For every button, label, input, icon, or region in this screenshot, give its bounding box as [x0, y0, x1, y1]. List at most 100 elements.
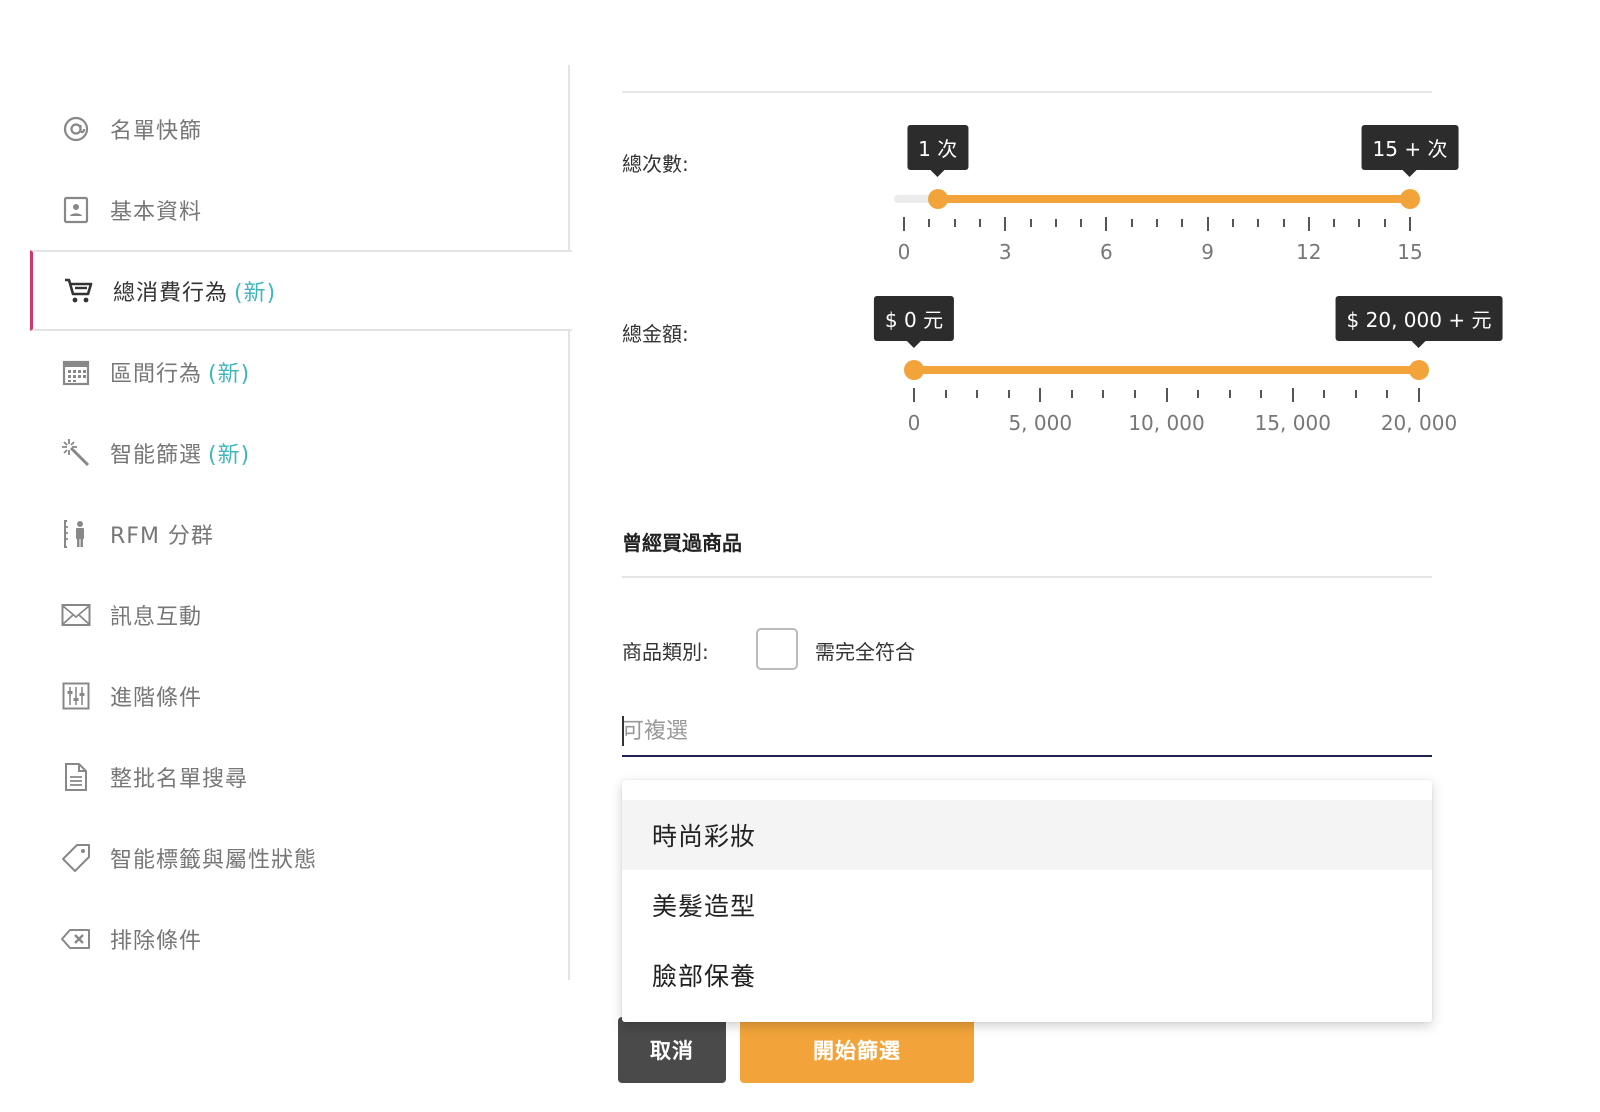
slider-tick [1039, 388, 1042, 402]
sidebar-item-6[interactable]: 訊息互動 [30, 574, 570, 655]
slider-tick [944, 390, 947, 398]
sidebar-item-label: 總消費行為 (新) [113, 275, 276, 307]
dropdown-option[interactable]: 美髮造型 [622, 870, 1432, 940]
sidebar-item-label: 智能標籤與屬性狀態 [110, 842, 317, 874]
cancel-button[interactable]: 取消 [618, 1017, 726, 1083]
sidebar-item-1[interactable]: 基本資料 [30, 169, 570, 250]
low-value-tooltip: 1 次 [907, 125, 969, 177]
document-icon [60, 761, 92, 793]
slider-tick [1156, 219, 1158, 227]
slider-tick-label: 5, 000 [1008, 411, 1073, 435]
sidebar-item-text: 智能標籤與屬性狀態 [110, 847, 318, 873]
amount-label: 總金額: [622, 322, 689, 346]
dropdown-option[interactable]: 臉部保養 [622, 940, 1432, 1010]
slider-high-handle[interactable] [1409, 360, 1429, 380]
slider-tick [1181, 219, 1184, 227]
slider-high-handle[interactable] [1400, 189, 1420, 209]
slider-tick [1130, 219, 1133, 227]
slider-tick [903, 217, 905, 231]
new-badge: (新) [208, 442, 251, 468]
slider-tick [1409, 217, 1411, 231]
sidebar-item-8[interactable]: 整批名單搜尋 [30, 736, 570, 817]
category-dropdown: 時尚彩妝 美髮造型 臉部保養 [622, 780, 1432, 1022]
sidebar-nav: 名單快篩 基本資料 總消費行為 (新) 區間行為 (新) 智能篩選 (新) RFM 分群 訊息互動… [0, 0, 572, 1112]
sidebar-item-0[interactable]: 名單快篩 [30, 88, 570, 169]
category-label: 商品類別: [622, 640, 709, 664]
sidebar-item-label: 區間行為 (新) [110, 356, 250, 388]
divider-purchased [622, 576, 1432, 578]
slider-tick [1231, 219, 1234, 227]
sidebar-item-9[interactable]: 智能標籤與屬性狀態 [30, 817, 570, 898]
slider-tick [1133, 390, 1136, 398]
slider-tick [1165, 388, 1168, 402]
slider-tick [953, 219, 956, 227]
slider-fill [937, 195, 1410, 203]
slider-fill [914, 366, 1419, 374]
sliders-icon [60, 680, 92, 712]
sidebar-item-label: RFM 分群 [110, 518, 214, 550]
envelope-icon [60, 599, 92, 631]
slider-tick-label: 20, 000 [1380, 411, 1458, 435]
slider-tick [1004, 217, 1007, 231]
slider-tick [1418, 388, 1420, 402]
slider-tick [1323, 390, 1326, 398]
dropdown-option[interactable]: 時尚彩妝 [622, 800, 1432, 870]
sidebar-item-text: 排除條件 [110, 928, 203, 954]
slider-tick [976, 390, 979, 398]
sidebar-item-label: 訊息互動 [110, 599, 202, 631]
sidebar-item-10[interactable]: 排除條件 [30, 898, 570, 979]
low-value-tooltip: $ 0 元 [873, 296, 955, 348]
sidebar-item-2[interactable]: 總消費行為 (新) [30, 250, 572, 331]
sidebar-item-label: 名單快篩 [110, 113, 202, 145]
slider-tick-label: 15, 000 [1254, 411, 1331, 435]
text-caret [622, 716, 624, 746]
slider-tick [1197, 390, 1200, 398]
start-filter-button[interactable]: 開始篩選 [740, 1017, 974, 1083]
slider-low-handle[interactable] [904, 360, 924, 380]
sidebar-item-text: 進階條件 [110, 685, 203, 711]
slider-tick-label: 6 [1100, 240, 1113, 264]
divider-top [622, 91, 1432, 93]
slider-tick-label: 15 [1397, 240, 1423, 264]
slider-tick [1029, 219, 1032, 227]
slider-tick [1260, 390, 1263, 398]
purchased-section-title: 曾經買過商品 [622, 531, 742, 555]
category-multiselect-input[interactable] [622, 707, 1432, 757]
slider-tick [1282, 219, 1285, 227]
cart-icon [63, 275, 95, 307]
slider-tick [1206, 217, 1209, 231]
slider-tick-label: 0 [897, 240, 911, 264]
sidebar-item-3[interactable]: 區間行為 (新) [30, 331, 570, 412]
sidebar-item-text: 基本資料 [110, 199, 203, 225]
sidebar-item-7[interactable]: 進階條件 [30, 655, 570, 736]
slider-tick-label: 0 [907, 411, 921, 435]
slider-tick-label: 10, 000 [1128, 411, 1205, 435]
backspace-icon [60, 923, 92, 955]
sidebar-item-text: 整批名單搜尋 [110, 766, 249, 792]
slider-tick [913, 388, 915, 402]
slider-tick [1354, 390, 1357, 398]
calendar-icon [60, 356, 92, 388]
slider-tick [1358, 219, 1361, 227]
slider-tick [1383, 219, 1386, 227]
slider-tick [1007, 390, 1010, 398]
slider-low-handle[interactable] [927, 189, 948, 209]
slider-tick-label: 9 [1201, 240, 1214, 264]
sidebar-item-4[interactable]: 智能篩選 (新) [30, 412, 570, 493]
sidebar-item-label: 整批名單搜尋 [110, 761, 248, 793]
sidebar-item-text: 智能篩選 [110, 442, 203, 468]
slider-tick [1070, 390, 1073, 398]
sidebar-item-text: 區間行為 [110, 361, 203, 387]
exact-match-checkbox[interactable] [756, 628, 798, 670]
slider-tick [1257, 219, 1260, 227]
sidebar-item-5[interactable]: RFM 分群 [30, 493, 570, 574]
slider-tick [1102, 390, 1105, 398]
slider-tick [928, 219, 931, 227]
sidebar-item-text: RFM 分群 [110, 523, 214, 549]
slider-tick [1291, 388, 1294, 402]
sidebar-item-text: 總消費行為 [113, 280, 229, 306]
rfm-person-icon [60, 518, 92, 550]
sidebar-item-label: 排除條件 [110, 923, 202, 955]
slider-tick [1307, 217, 1310, 231]
at-icon [60, 113, 92, 145]
